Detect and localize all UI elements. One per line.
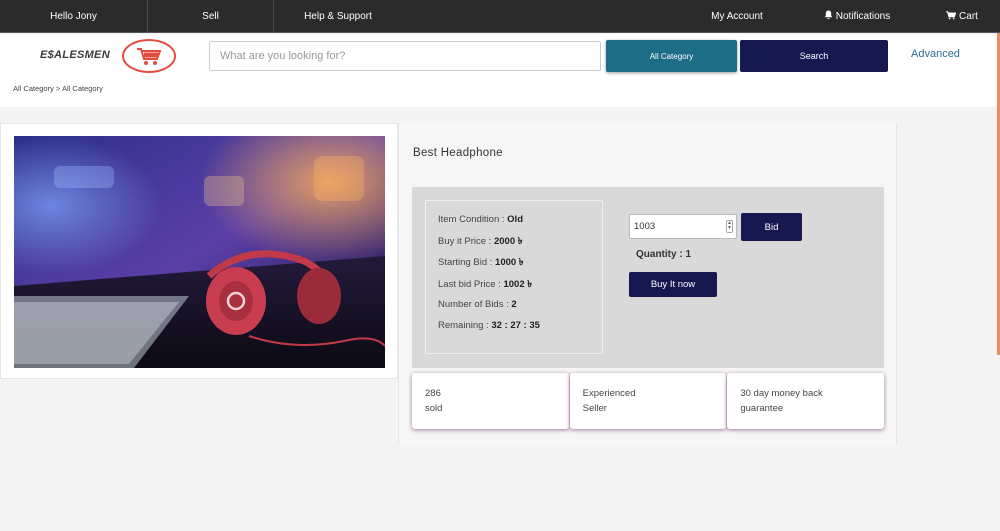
info-remaining-time: Remaining : 32 : 27 : 35 bbox=[438, 319, 540, 331]
product-info-box: Item Condition : Old Buy it Price : 2000… bbox=[425, 200, 603, 354]
cart-icon bbox=[946, 10, 957, 23]
info-number-of-bids: Number of Bids : 2 bbox=[438, 298, 517, 310]
feature-cards: 286 sold Experienced Seller 30 day money… bbox=[412, 373, 885, 429]
bid-amount-value: 1003 bbox=[634, 221, 656, 232]
logo-cart-icon[interactable] bbox=[122, 39, 176, 73]
nav-help-support[interactable]: Help & Support bbox=[274, 0, 402, 33]
feature-card-guarantee: 30 day money back guarantee bbox=[727, 373, 885, 429]
nav-cart[interactable]: Cart bbox=[932, 0, 992, 33]
search-button[interactable]: Search bbox=[740, 40, 888, 72]
breadcrumb-bar: All Category > All Category bbox=[0, 76, 997, 107]
logo-text[interactable]: E$ALESMEN bbox=[40, 49, 110, 61]
buy-it-now-button[interactable]: Buy It now bbox=[629, 272, 717, 297]
info-buy-price: Buy it Price : 2000 ৳ bbox=[438, 236, 523, 248]
search-input[interactable] bbox=[209, 41, 601, 71]
cart-label: Cart bbox=[959, 11, 978, 22]
top-navbar: Hello Jony Sell Help & Support My Accoun… bbox=[0, 0, 1000, 33]
breadcrumb[interactable]: All Category > All Category bbox=[13, 84, 103, 93]
header-bar: E$ALESMEN All Category Search Advanced bbox=[0, 34, 997, 76]
nav-greeting[interactable]: Hello Jony bbox=[0, 0, 148, 33]
feature-card-sold: 286 sold bbox=[412, 373, 569, 429]
advanced-search-link[interactable]: Advanced bbox=[911, 48, 960, 60]
nav-my-account[interactable]: My Account bbox=[688, 0, 786, 33]
bell-icon bbox=[824, 10, 833, 23]
info-starting-bid: Starting Bid : 1000 ৳ bbox=[438, 257, 524, 269]
spinner-arrows-icon[interactable]: ▲ ▼ bbox=[726, 220, 733, 233]
category-dropdown-button[interactable]: All Category bbox=[606, 40, 737, 72]
product-title: Best Headphone bbox=[413, 147, 503, 159]
product-image bbox=[14, 136, 385, 368]
quantity-label: Quantity : 1 bbox=[636, 249, 692, 260]
product-image-panel bbox=[0, 123, 398, 379]
notifications-label: Notifications bbox=[835, 11, 891, 22]
info-condition: Item Condition : Old bbox=[438, 214, 524, 225]
nav-notifications[interactable]: Notifications bbox=[796, 0, 918, 33]
bid-amount-input[interactable]: 1003 ▲ ▼ bbox=[629, 214, 737, 239]
bidding-box: Item Condition : Old Buy it Price : 2000… bbox=[412, 187, 884, 368]
info-last-bid: Last bid Price : 1002 ৳ bbox=[438, 278, 532, 290]
feature-card-seller: Experienced Seller bbox=[569, 373, 727, 429]
bid-button[interactable]: Bid bbox=[741, 213, 802, 241]
nav-sell[interactable]: Sell bbox=[148, 0, 274, 33]
navbar-spacer bbox=[402, 0, 688, 32]
product-detail-panel: Best Headphone Item Condition : Old Buy … bbox=[398, 123, 897, 445]
